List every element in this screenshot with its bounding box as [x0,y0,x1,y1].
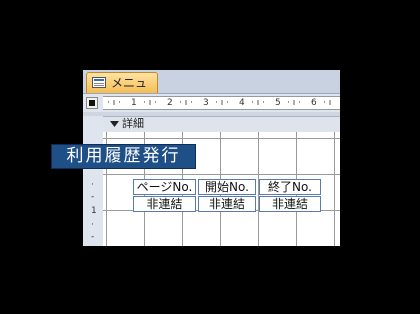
field-start-no[interactable]: 非連結 [198,196,256,212]
vertical-ruler: · - 1 · - 2 · - [91,180,97,242]
ruler-mark: 3 [203,98,209,108]
form-icon [92,77,106,88]
ruler-mark: 5 [275,98,281,108]
vertical-ruler-column: · - 1 · - 2 · - [83,116,103,246]
report-title-label[interactable]: 利用履歴発行 [51,144,196,169]
arrow-down-icon [110,121,119,127]
ruler-mark: 1 [131,98,137,108]
ruler-mark: 2 [167,98,173,108]
field-page-no[interactable]: 非連結 [133,196,196,212]
document-tab-strip: メニュー [83,70,340,104]
form-selector[interactable] [86,97,98,109]
header-page-no[interactable]: ページNo. [133,179,196,195]
horizontal-ruler-row: · ı · 1 · ı · 2 · ı · 3 · ı · 4 · ı · 5 … [83,94,340,112]
field-end-no[interactable]: 非連結 [259,196,321,212]
detail-section-label: 詳細 [122,117,144,130]
ruler-mark: 6 [311,98,317,108]
detail-section-bar[interactable]: 詳細 [103,116,340,132]
tab-menu[interactable]: メニュー [86,72,158,104]
header-end-no[interactable]: 終了No. [259,179,321,195]
horizontal-ruler: · ı · 1 · ı · 2 · ı · 3 · ı · 4 · ı · 5 … [103,96,340,110]
header-start-no[interactable]: 開始No. [198,179,256,195]
vruler-mark: 1 [91,206,97,216]
ruler-mark: 4 [239,98,245,108]
